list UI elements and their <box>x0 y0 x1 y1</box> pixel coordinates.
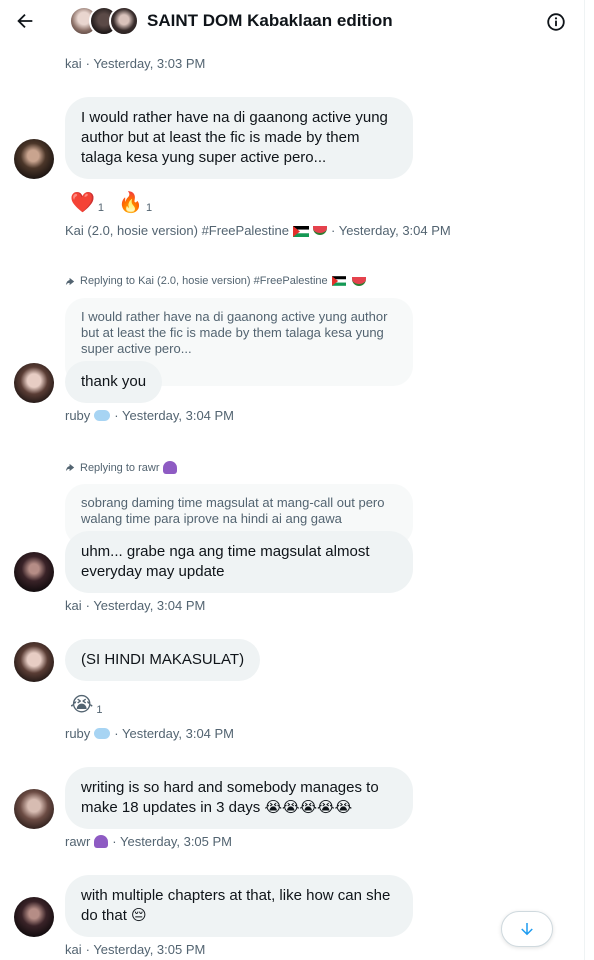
sender-name[interactable]: kai <box>65 942 82 957</box>
sender-name[interactable]: ruby <box>65 408 90 423</box>
message-text: (SI HINDI MAKASULAT) <box>81 651 245 668</box>
message-bubble[interactable]: writing is so hard and somebody manages … <box>65 767 413 829</box>
back-button[interactable] <box>12 8 38 34</box>
message-meta: ruby · Yesterday, 3:04 PM <box>65 408 234 423</box>
reply-arrow-icon <box>65 463 75 472</box>
info-button[interactable] <box>545 11 567 33</box>
avatar[interactable] <box>14 789 54 829</box>
arrow-left-icon <box>17 13 33 29</box>
reply-target[interactable]: Replying to Kai (2.0, hosie version) #Fr… <box>80 275 328 287</box>
scroll-to-bottom-button[interactable] <box>501 911 553 947</box>
avatar[interactable] <box>14 363 54 403</box>
conversation-title[interactable]: SAINT DOM Kabaklaan edition <box>147 11 393 31</box>
message-meta: rawr · Yesterday, 3:05 PM <box>65 834 232 849</box>
palestine-flag-icon <box>331 275 348 287</box>
reply-target[interactable]: Replying to rawr <box>80 462 159 474</box>
timestamp: · Yesterday, 3:04 PM <box>114 726 235 741</box>
sender-name[interactable]: kai <box>65 56 82 71</box>
sender-name[interactable]: ruby <box>65 726 90 741</box>
octopus-icon <box>163 461 178 474</box>
watermelon-icon <box>313 226 328 235</box>
fire-icon: 🔥 <box>118 192 143 214</box>
panel-divider <box>584 0 585 960</box>
arrow-down-icon <box>521 923 533 936</box>
group-avatars[interactable] <box>69 6 139 38</box>
reply-arrow-icon <box>65 277 75 285</box>
reaction-count: 1 <box>96 704 103 716</box>
message-bubble[interactable]: (SI HINDI MAKASULAT) <box>65 639 261 681</box>
message-bubble[interactable]: thank you <box>65 361 163 403</box>
thought-balloon-icon <box>94 728 111 739</box>
message-meta: ruby · Yesterday, 3:04 PM <box>65 726 234 741</box>
reactions: ❤️ 1 🔥 1 <box>70 192 152 214</box>
reactions: 😭 1 <box>70 694 103 716</box>
message-text: with multiple chapters at that, like how… <box>81 887 391 924</box>
reaction-count: 1 <box>145 202 153 214</box>
conversation-header: SAINT DOM Kabaklaan edition <box>0 0 584 44</box>
sender-name[interactable]: kai <box>65 598 82 613</box>
reaction[interactable]: ❤️ 1 <box>70 192 104 214</box>
message-text: uhm... grabe nga ang time magsulat almos… <box>81 543 370 580</box>
avatar[interactable] <box>14 897 54 937</box>
reply-label: Replying to Kai (2.0, hosie version) #Fr… <box>65 275 366 287</box>
timestamp: · Yesterday, 3:03 PM <box>85 56 206 71</box>
timestamp: · Yesterday, 3:05 PM <box>112 834 232 849</box>
quoted-text: I would rather have na di gaanong active… <box>81 309 388 356</box>
message-meta: kai · Yesterday, 3:05 PM <box>65 942 205 957</box>
info-icon <box>547 13 565 31</box>
timestamp: · Yesterday, 3:04 PM <box>331 223 451 238</box>
timestamp: · Yesterday, 3:05 PM <box>85 942 206 957</box>
avatar[interactable] <box>14 139 54 179</box>
heart-icon: ❤️ <box>70 192 95 214</box>
reaction[interactable]: 🔥 1 <box>118 192 152 214</box>
message-text: thank you <box>81 373 147 390</box>
message-meta: kai · Yesterday, 3:03 PM <box>65 56 205 71</box>
pensive-face-emoji: 😔 <box>131 907 147 924</box>
watermelon-icon <box>351 276 366 286</box>
sender-name[interactable]: rawr <box>65 834 90 849</box>
message-meta: kai · Yesterday, 3:04 PM <box>65 598 205 613</box>
palestine-flag-icon <box>292 225 310 237</box>
crying-face-icon: 😭 <box>70 694 94 716</box>
message-bubble[interactable]: I would rather have na di gaanong active… <box>65 97 413 179</box>
thought-balloon-icon <box>94 410 111 421</box>
message-meta: Kai (2.0, hosie version) #FreePalestine … <box>65 223 451 238</box>
quoted-text: sobrang daming time magsulat at mang-cal… <box>81 495 385 526</box>
avatar[interactable] <box>14 552 54 592</box>
crying-faces-emoji: 😭😭😭😭😭 <box>264 799 353 816</box>
message-text: I would rather have na di gaanong active… <box>81 109 388 166</box>
timestamp: · Yesterday, 3:04 PM <box>85 598 206 613</box>
sender-name[interactable]: Kai (2.0, hosie version) #FreePalestine <box>65 223 289 238</box>
reaction[interactable]: 😭 1 <box>70 694 103 716</box>
octopus-icon <box>94 835 109 848</box>
message-bubble[interactable]: uhm... grabe nga ang time magsulat almos… <box>65 531 413 593</box>
group-avatar-3 <box>109 6 139 36</box>
message-bubble[interactable]: with multiple chapters at that, like how… <box>65 875 413 937</box>
reaction-count: 1 <box>97 202 105 214</box>
timestamp: · Yesterday, 3:04 PM <box>114 408 235 423</box>
reply-label: Replying to rawr <box>65 461 178 474</box>
avatar[interactable] <box>14 642 54 682</box>
